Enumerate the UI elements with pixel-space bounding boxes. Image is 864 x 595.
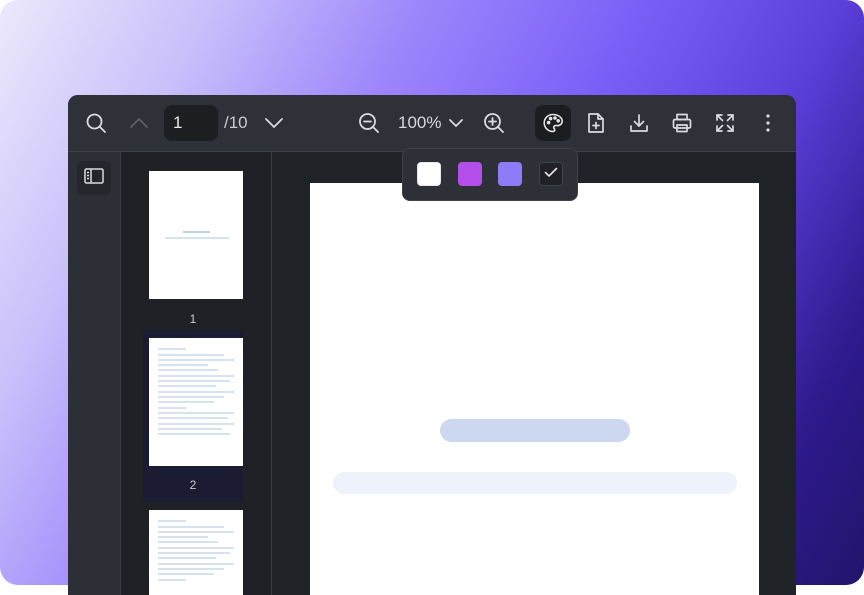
zoom-out-icon xyxy=(358,112,380,134)
fullscreen-button[interactable] xyxy=(707,105,743,141)
thumbnail-image xyxy=(149,171,243,299)
swatch-white[interactable] xyxy=(417,162,441,186)
page-total: /10 xyxy=(224,113,248,132)
more-options-button[interactable] xyxy=(750,105,786,141)
page-number-input[interactable]: 1 xyxy=(164,105,218,141)
download-button[interactable] xyxy=(621,105,657,141)
chevron-down-icon xyxy=(264,117,284,129)
swatch-lavender[interactable] xyxy=(498,162,522,186)
printer-icon xyxy=(671,112,693,134)
thumbnail-page-1[interactable]: 1 xyxy=(143,160,243,330)
sidebar-toggle-icon xyxy=(84,167,104,189)
thumbnail-label: 2 xyxy=(189,478,197,492)
thumbnail-page-2[interactable]: 2 xyxy=(143,330,243,502)
theme-button[interactable] xyxy=(535,105,571,141)
zoom-in-icon xyxy=(483,112,505,134)
left-rail xyxy=(68,152,121,595)
thumbnail-label: 1 xyxy=(189,312,197,326)
page-content-placeholder xyxy=(333,472,737,494)
palette-icon xyxy=(542,112,564,134)
document-viewer xyxy=(272,152,796,595)
search-icon xyxy=(85,112,107,134)
fullscreen-icon xyxy=(715,113,735,133)
file-plus-icon xyxy=(586,112,606,134)
chevron-down-icon xyxy=(448,118,464,128)
chevron-up-icon xyxy=(129,117,149,129)
zoom-dropdown-button[interactable] xyxy=(438,105,474,141)
sidebar-toggle-button[interactable] xyxy=(77,161,111,195)
more-vertical-icon xyxy=(765,113,771,133)
print-button[interactable] xyxy=(664,105,700,141)
swatch-dark[interactable] xyxy=(539,162,563,186)
theme-popover xyxy=(402,148,578,201)
thumbnail-panel: 1 2 xyxy=(121,152,272,595)
document-page xyxy=(310,183,759,595)
toolbar: 1 /10 100% xyxy=(68,95,796,152)
check-icon xyxy=(544,165,558,183)
download-icon xyxy=(628,112,650,134)
next-page-button[interactable] xyxy=(256,105,292,141)
previous-page-button[interactable] xyxy=(121,105,157,141)
zoom-in-button[interactable] xyxy=(476,105,512,141)
thumbnail-image xyxy=(149,510,243,595)
thumbnail-page-3[interactable] xyxy=(143,502,243,595)
zoom-out-button[interactable] xyxy=(351,105,387,141)
page-content-placeholder xyxy=(440,419,630,442)
zoom-level[interactable]: 100% xyxy=(398,105,441,141)
search-button[interactable] xyxy=(78,105,114,141)
thumbnail-image xyxy=(149,338,243,466)
add-page-button[interactable] xyxy=(578,105,614,141)
swatch-purple[interactable] xyxy=(458,162,482,186)
